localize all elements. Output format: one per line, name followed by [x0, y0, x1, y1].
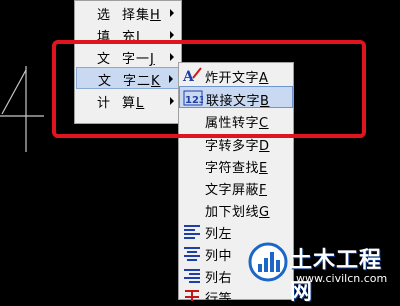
- submenu-arrow-icon: [170, 31, 174, 39]
- cad-crosshair-glyph: [0, 66, 44, 152]
- submenu-item-text-mask[interactable]: 文字屏蔽F: [179, 176, 293, 198]
- menu-item-selection-set[interactable]: 选 择集H: [76, 2, 180, 24]
- submenu-item-add-underline[interactable]: 加下划线G: [179, 198, 293, 220]
- submenu-arrow-icon: [170, 9, 174, 17]
- red-highlight-box: [52, 40, 366, 138]
- align-right-icon: [184, 269, 200, 283]
- civilcn-logo-icon: [248, 242, 288, 282]
- align-center-icon: [184, 247, 200, 261]
- row-equal-icon: [185, 290, 199, 301]
- align-left-icon: [184, 225, 200, 239]
- submenu-item-char-find[interactable]: 字符查找E: [179, 154, 293, 176]
- site-watermark: 土木工程网 www.civilcn.com: [244, 238, 398, 305]
